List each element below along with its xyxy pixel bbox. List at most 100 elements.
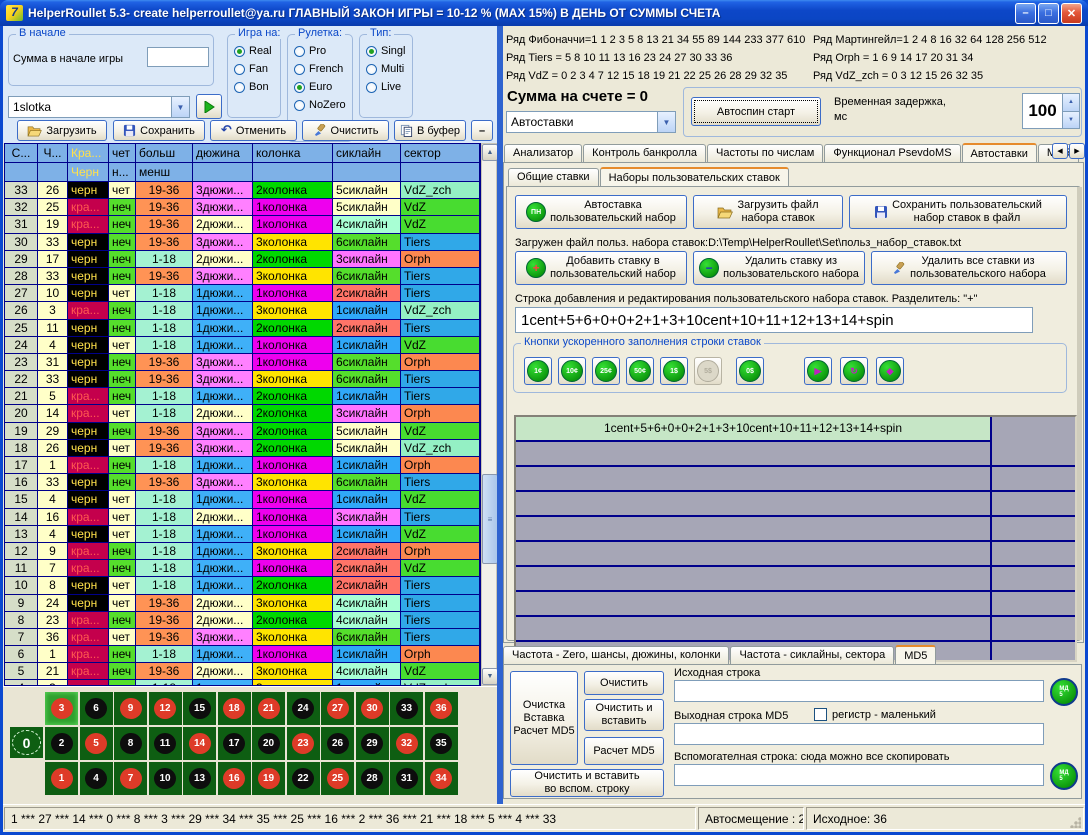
radio-Singl[interactable]: Singl bbox=[366, 45, 412, 57]
table-row[interactable]: 3225кра...неч19-363дюжи...1колонка5сикла… bbox=[5, 199, 480, 216]
quick-bet-button-1$[interactable]: 1$ bbox=[660, 357, 688, 385]
md5-clear-button[interactable]: Очистить bbox=[584, 671, 664, 695]
board-zero-cell[interactable]: 0 bbox=[10, 727, 43, 758]
scroll-up-icon[interactable]: ▲ bbox=[482, 144, 498, 161]
table-row[interactable]: 263кра...неч1-181дюжи...3колонка1сиклайн… bbox=[5, 302, 480, 319]
board-cell-5[interactable]: 5 bbox=[80, 727, 113, 760]
delay-spinner[interactable]: 100 ▲ ▼ bbox=[1022, 93, 1080, 129]
stake-list[interactable]: 1cent+5+6+0+0+2+1+3+10cent+10+11+12+13+1… bbox=[514, 415, 1077, 662]
main-tab[interactable]: Автоставки bbox=[962, 143, 1037, 163]
board-cell-13[interactable]: 13 bbox=[183, 762, 216, 795]
board-cell-4[interactable]: 4 bbox=[80, 762, 113, 795]
table-row[interactable]: 1826чернчет19-363дюжи...2колонка5сиклайн… bbox=[5, 440, 480, 457]
board-cell-35[interactable]: 35 bbox=[425, 727, 458, 760]
board-cell-25[interactable]: 25 bbox=[321, 762, 354, 795]
stake-set-tab[interactable]: Общие ставки bbox=[508, 168, 599, 186]
table-row[interactable]: 171кра...неч1-181дюжи...1колонка1сиклайн… bbox=[5, 457, 480, 474]
quick-bet-button-5$[interactable]: 5$ bbox=[694, 357, 722, 385]
dropdown-arrow-icon[interactable]: ▼ bbox=[171, 97, 189, 117]
radio-Real[interactable]: Real bbox=[234, 45, 280, 57]
board-cell-24[interactable]: 24 bbox=[287, 692, 320, 725]
checkbox-box-icon[interactable] bbox=[814, 708, 827, 721]
to-buffer-button[interactable]: В буфер bbox=[394, 120, 466, 141]
board-cell-16[interactable]: 16 bbox=[218, 762, 251, 795]
quick-bet-button-50¢[interactable]: 50¢ bbox=[626, 357, 654, 385]
quick-bet-button-25¢[interactable]: 25¢ bbox=[592, 357, 620, 385]
maximize-button[interactable]: □ bbox=[1038, 3, 1059, 24]
md5-clear-paste-aux-button[interactable]: Очистить и вставить во вспом. строку bbox=[510, 769, 664, 797]
table-scrollbar[interactable]: ▲ ≡ ▼ bbox=[481, 143, 497, 686]
frequency-tab[interactable]: MD5 bbox=[895, 645, 936, 665]
close-button[interactable]: ✕ bbox=[1061, 3, 1082, 24]
save-stakes-file-button[interactable]: Сохранить пользовательский набор ставок … bbox=[849, 195, 1067, 229]
md5-source-input[interactable] bbox=[674, 680, 1044, 702]
list-item[interactable]: 1cent+5+6+0+0+2+1+3+10cent+10+11+12+13+1… bbox=[516, 417, 990, 442]
main-tab[interactable]: Контроль банкролла bbox=[583, 144, 706, 162]
board-cell-14[interactable]: 14 bbox=[183, 727, 216, 760]
board-cell-26[interactable]: 26 bbox=[321, 727, 354, 760]
play-profile-button[interactable] bbox=[196, 94, 222, 119]
md5-clear-paste-calc-button[interactable]: Очистка Вставка Расчет MD5 bbox=[510, 671, 578, 765]
table-row[interactable]: 3033черннеч19-363дюжи...3колонка6сиклайн… bbox=[5, 234, 480, 251]
board-cell-7[interactable]: 7 bbox=[114, 762, 147, 795]
stake-string-input[interactable] bbox=[515, 307, 1033, 333]
tab-scroll-right-icon[interactable]: ▶ bbox=[1069, 143, 1085, 159]
frequency-tab[interactable]: Частота - Zero, шансы, дюжины, колонки bbox=[503, 646, 729, 664]
board-cell-33[interactable]: 33 bbox=[390, 692, 423, 725]
collapse-panel-button[interactable]: – bbox=[471, 120, 493, 141]
resize-grip-icon[interactable] bbox=[1069, 816, 1081, 828]
board-cell-18[interactable]: 18 bbox=[218, 692, 251, 725]
spin-down-icon[interactable]: ▼ bbox=[1063, 112, 1079, 129]
board-cell-30[interactable]: 30 bbox=[356, 692, 389, 725]
main-tab[interactable]: Анализатор bbox=[504, 144, 582, 162]
autostake-set-button[interactable]: ПН Автоставка пользовательский набор bbox=[515, 195, 687, 229]
board-cell-31[interactable]: 31 bbox=[390, 762, 423, 795]
board-cell-19[interactable]: 19 bbox=[252, 762, 285, 795]
clear-button[interactable]: Очистить bbox=[302, 120, 389, 141]
autospin-start-button[interactable]: Автоспин старт bbox=[691, 97, 821, 126]
md5-aux-input[interactable] bbox=[674, 764, 1044, 786]
minimize-button[interactable]: – bbox=[1015, 3, 1036, 24]
radio-Fan[interactable]: Fan bbox=[234, 63, 280, 75]
board-cell-8[interactable]: 8 bbox=[114, 727, 147, 760]
main-tab[interactable]: Частоты по числам bbox=[707, 144, 823, 162]
action-play-button[interactable]: ▶ bbox=[804, 357, 832, 385]
table-row[interactable]: 134чернчет1-181дюжи...1колонка1сиклайнVd… bbox=[5, 526, 480, 543]
table-row[interactable]: 2710чернчет1-181дюжи...1колонка2сиклайнT… bbox=[5, 285, 480, 302]
table-row[interactable]: 1416кра...чет1-182дюжи...1колонка3сиклай… bbox=[5, 509, 480, 526]
board-cell-34[interactable]: 34 bbox=[425, 762, 458, 795]
action-spin-button[interactable]: ◆ bbox=[876, 357, 904, 385]
board-cell-21[interactable]: 21 bbox=[252, 692, 285, 725]
radio-Pro[interactable]: Pro bbox=[294, 45, 352, 57]
load-stakes-file-button[interactable]: Загрузить файл набора ставок bbox=[693, 195, 843, 229]
table-row[interactable]: 117кра...неч1-181дюжи...1колонка2сиклайн… bbox=[5, 560, 480, 577]
table-row[interactable]: 2014кра...чет1-182дюжи...2колонка3сиклай… bbox=[5, 405, 480, 422]
board-cell-3[interactable]: 3 bbox=[45, 692, 78, 725]
table-row[interactable]: 924чернчет19-362дюжи...3колонка4сиклайнT… bbox=[5, 595, 480, 612]
remove-all-stakes-button[interactable]: Удалить все ставки из пользовательского … bbox=[871, 251, 1067, 285]
dropdown-arrow-icon[interactable]: ▼ bbox=[657, 112, 675, 132]
md5-output-input[interactable] bbox=[674, 723, 1044, 745]
radio-Bon[interactable]: Bon bbox=[234, 81, 280, 93]
quick-bet-button-0$[interactable]: 0$ bbox=[736, 357, 764, 385]
stake-set-tab[interactable]: Наборы пользовательских ставок bbox=[600, 167, 789, 187]
board-cell-11[interactable]: 11 bbox=[149, 727, 182, 760]
md5-clear-and-paste-button[interactable]: Очистить и вставить bbox=[584, 699, 664, 731]
table-row[interactable]: 1929черннеч19-363дюжи...2колонка5сиклайн… bbox=[5, 423, 480, 440]
load-button[interactable]: Загрузить bbox=[17, 120, 107, 141]
remove-stake-button[interactable]: − Удалить ставку из пользовательского на… bbox=[693, 251, 865, 285]
radio-Euro[interactable]: Euro bbox=[294, 81, 352, 93]
table-row[interactable]: 2233черннеч19-363дюжи...3колонка6сиклайн… bbox=[5, 371, 480, 388]
table-row[interactable]: 1633черннеч19-363дюжи...3колонка6сиклайн… bbox=[5, 474, 480, 491]
radio-French[interactable]: French bbox=[294, 63, 352, 75]
table-row[interactable]: 3119кра...неч19-362дюжи...1колонка4сикла… bbox=[5, 216, 480, 233]
board-cell-1[interactable]: 1 bbox=[45, 762, 78, 795]
board-cell-9[interactable]: 9 bbox=[114, 692, 147, 725]
profile-combobox[interactable]: 1slotka ▼ bbox=[8, 96, 190, 118]
board-cell-2[interactable]: 2 bbox=[45, 727, 78, 760]
save-button[interactable]: Сохранить bbox=[113, 120, 205, 141]
add-stake-button[interactable]: + Добавить ставку в пользовательский наб… bbox=[515, 251, 687, 285]
table-row[interactable]: 108чернчет1-181дюжи...2колонка2сиклайнTi… bbox=[5, 577, 480, 594]
board-cell-15[interactable]: 15 bbox=[183, 692, 216, 725]
table-row[interactable]: 215кра...неч1-181дюжи...2колонка1сиклайн… bbox=[5, 388, 480, 405]
